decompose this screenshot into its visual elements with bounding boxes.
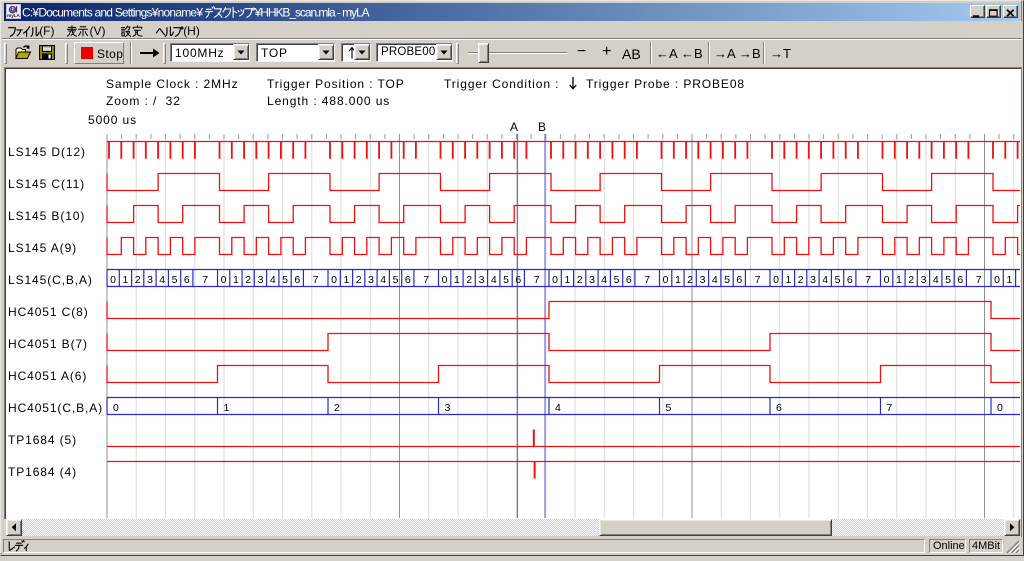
- svg-text:0: 0: [113, 402, 119, 414]
- svg-text:1: 1: [224, 402, 230, 414]
- svg-text:2: 2: [798, 274, 804, 286]
- svg-text:7: 7: [644, 274, 650, 286]
- svg-text:0: 0: [884, 274, 890, 286]
- svg-text:2: 2: [687, 274, 693, 286]
- svg-text:6: 6: [626, 274, 632, 286]
- svg-text:0: 0: [663, 274, 669, 286]
- svg-text:5: 5: [282, 274, 288, 286]
- svg-text:3: 3: [147, 274, 153, 286]
- svg-text:1: 1: [675, 274, 681, 286]
- svg-text:0: 0: [331, 274, 337, 286]
- svg-text:4: 4: [555, 402, 561, 414]
- svg-text:4: 4: [712, 274, 718, 286]
- svg-text:6: 6: [184, 274, 190, 286]
- svg-text:0: 0: [994, 274, 1000, 286]
- svg-text:7: 7: [755, 274, 761, 286]
- svg-text:2: 2: [908, 274, 914, 286]
- svg-text:5: 5: [666, 402, 672, 414]
- svg-text:3: 3: [589, 274, 595, 286]
- svg-text:1: 1: [896, 274, 902, 286]
- svg-text:0: 0: [552, 274, 558, 286]
- svg-text:3: 3: [921, 274, 927, 286]
- svg-text:3: 3: [700, 274, 706, 286]
- svg-text:5: 5: [724, 274, 730, 286]
- svg-text:7: 7: [202, 274, 208, 286]
- svg-text:4: 4: [491, 274, 497, 286]
- svg-text:0: 0: [221, 274, 227, 286]
- svg-text:3: 3: [445, 402, 451, 414]
- svg-text:7: 7: [313, 274, 319, 286]
- svg-text:2: 2: [577, 274, 583, 286]
- svg-text:1: 1: [233, 274, 239, 286]
- svg-text:4: 4: [601, 274, 607, 286]
- svg-text:4: 4: [380, 274, 386, 286]
- svg-text:7: 7: [534, 274, 540, 286]
- svg-text:7: 7: [976, 274, 982, 286]
- svg-text:3: 3: [479, 274, 485, 286]
- svg-text:6: 6: [405, 274, 411, 286]
- svg-text:4: 4: [822, 274, 828, 286]
- svg-text:6: 6: [957, 274, 963, 286]
- svg-text:6: 6: [515, 274, 521, 286]
- svg-text:4: 4: [933, 274, 939, 286]
- svg-text:3: 3: [810, 274, 816, 286]
- svg-text:0: 0: [773, 274, 779, 286]
- svg-text:4: 4: [159, 274, 165, 286]
- svg-text:2: 2: [135, 274, 141, 286]
- svg-text:5: 5: [503, 274, 509, 286]
- svg-text:0: 0: [442, 274, 448, 286]
- svg-text:2: 2: [466, 274, 472, 286]
- svg-text:1: 1: [454, 274, 460, 286]
- svg-text:5: 5: [835, 274, 841, 286]
- svg-text:5: 5: [172, 274, 178, 286]
- svg-text:0: 0: [110, 274, 116, 286]
- svg-text:2: 2: [245, 274, 251, 286]
- svg-text:1: 1: [564, 274, 570, 286]
- svg-text:7: 7: [887, 402, 893, 414]
- svg-text:4: 4: [270, 274, 276, 286]
- svg-text:0: 0: [997, 402, 1003, 414]
- svg-text:6: 6: [847, 274, 853, 286]
- svg-text:7: 7: [865, 274, 871, 286]
- svg-text:7: 7: [423, 274, 429, 286]
- svg-text:6: 6: [736, 274, 742, 286]
- svg-text:3: 3: [368, 274, 374, 286]
- svg-text:1: 1: [122, 274, 128, 286]
- svg-text:2: 2: [334, 402, 340, 414]
- svg-text:3: 3: [258, 274, 264, 286]
- svg-text:5: 5: [945, 274, 951, 286]
- svg-text:6: 6: [294, 274, 300, 286]
- svg-text:1: 1: [343, 274, 349, 286]
- svg-text:5: 5: [614, 274, 620, 286]
- svg-text:5: 5: [393, 274, 399, 286]
- svg-text:6: 6: [776, 402, 782, 414]
- svg-text:1: 1: [785, 274, 791, 286]
- svg-text:1: 1: [1006, 274, 1012, 286]
- svg-text:2: 2: [356, 274, 362, 286]
